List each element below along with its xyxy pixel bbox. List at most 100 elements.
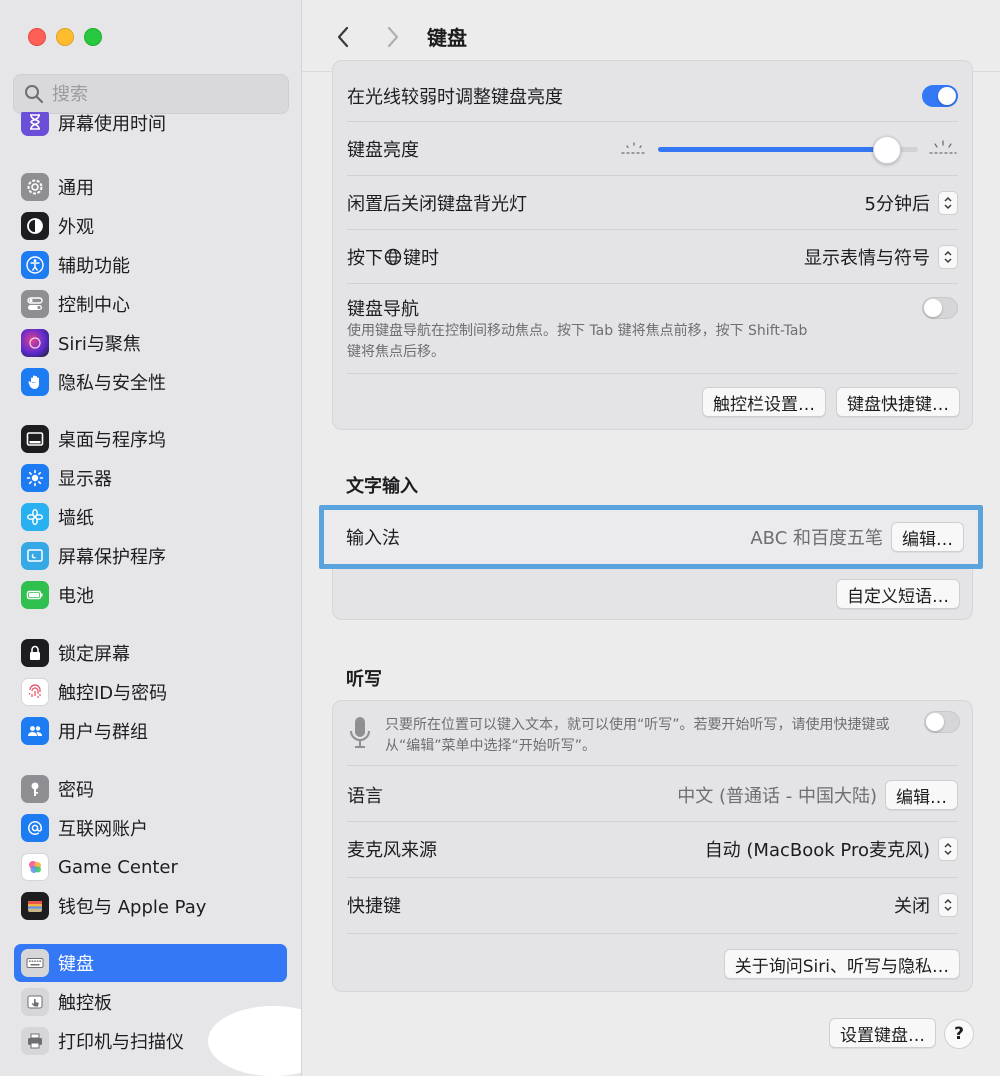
sidebar-item-label: 密码 [58, 780, 94, 801]
keyboard-settings-card: 在光线较弱时调整键盘亮度 键盘亮度 闲置后关闭键盘背光灯 5分钟后 按下 键时 … [332, 60, 973, 430]
mic-source-popup[interactable]: 自动 (MacBook Pro麦克风) [705, 836, 958, 862]
touchbar-settings-button[interactable]: 触控栏设置… [702, 387, 826, 417]
stepper-icon [938, 191, 958, 215]
window-controls [28, 28, 102, 46]
fingerprint-icon [21, 678, 49, 706]
backlight-off-label: 闲置后关闭键盘背光灯 [347, 194, 527, 215]
footer-actions: 设置键盘… [829, 1018, 936, 1048]
sidebar-item-label: 控制中心 [58, 295, 130, 316]
input-method-highlight: 输入法 ABC 和百度五笔 编辑… [319, 505, 983, 569]
sidebar-item-label: 钱包与 Apple Pay [58, 897, 207, 918]
language-value-group: 中文 (普通话 - 中国大陆) 编辑… [677, 780, 958, 810]
stepper-icon [938, 837, 958, 861]
search-input[interactable] [52, 83, 272, 105]
screensaver-icon [21, 542, 49, 570]
sidebar-item-desktop-dock[interactable]: 桌面与程序坞 [14, 420, 287, 458]
sidebar-item-wallet[interactable]: 钱包与 Apple Pay [14, 887, 287, 925]
sidebar-item-label: Siri与聚焦 [58, 334, 141, 355]
about-siri-privacy-button[interactable]: 关于询问Siri、听写与隐私… [723, 949, 960, 979]
language-edit-button[interactable]: 编辑… [885, 780, 958, 810]
sidebar-item-accessibility[interactable]: 辅助功能 [14, 246, 287, 284]
help-button[interactable]: ? [944, 1019, 974, 1049]
sidebar-item-label: 屏幕保护程序 [58, 547, 166, 568]
sidebar-item-lock-screen[interactable]: 锁定屏幕 [14, 634, 287, 672]
backlight-off-popup[interactable]: 5分钟后 [865, 190, 958, 216]
game-center-icon [21, 853, 49, 881]
brightness-slider-group [620, 135, 958, 164]
sidebar-item-touch-id[interactable]: 触控ID与密码 [14, 673, 287, 711]
search-icon [25, 85, 44, 104]
minimize-window-button[interactable] [56, 28, 74, 46]
language-value: 中文 (普通话 - 中国大陆) [677, 786, 877, 807]
keyboard-nav-description: 使用键盘导航在控制间移动焦点。按下 Tab 键将焦点前移，按下 Shift-Ta… [347, 323, 808, 360]
keyboard-nav-row: 键盘导航 [347, 293, 958, 323]
dictation-card: 只要所在位置可以键入文本，就可以使用“听写”。若要开始听写，请使用快捷键或 从“… [332, 700, 973, 992]
sun-high-icon [929, 140, 957, 154]
sidebar-item-screen-time[interactable]: 屏幕使用时间 [14, 112, 287, 136]
sidebar-item-label: 电池 [58, 586, 94, 607]
sidebar-item-siri[interactable]: Siri与聚焦 [14, 324, 287, 362]
sidebar-item-label: 桌面与程序坞 [58, 430, 166, 451]
sidebar-item-displays[interactable]: 显示器 [14, 459, 287, 497]
keyboard-buttons: 触控栏设置… 键盘快捷键… [702, 387, 960, 417]
dictation-info: 只要所在位置可以键入文本，就可以使用“听写”。若要开始听写，请使用快捷键或 从“… [347, 715, 890, 757]
control-center-icon [21, 290, 49, 318]
input-method-value-group: ABC 和百度五笔 编辑… [750, 522, 964, 552]
dictation-toggle[interactable] [924, 711, 960, 733]
sidebar-item-wallpaper[interactable]: 墙纸 [14, 498, 287, 536]
shortcut-label: 快捷键 [347, 896, 401, 917]
microphone-icon [350, 717, 370, 748]
users-icon [21, 717, 49, 745]
custom-phrase-wrap: 自定义短语… [836, 579, 960, 609]
adjust-brightness-toggle[interactable] [922, 85, 958, 107]
sidebar-item-appearance[interactable]: 外观 [14, 207, 287, 245]
adjust-brightness-row: 在光线较弱时调整键盘亮度 [347, 81, 958, 111]
mic-source-row: 麦克风来源 自动 (MacBook Pro麦克风) [347, 831, 958, 867]
setup-keyboard-button[interactable]: 设置键盘… [829, 1018, 936, 1048]
input-method-edit-button[interactable]: 编辑… [891, 522, 964, 552]
sidebar-item-label: 隐私与安全性 [58, 373, 166, 394]
zoom-window-button[interactable] [84, 28, 102, 46]
keyboard-nav-toggle[interactable] [922, 297, 958, 319]
globe-key-row: 按下 键时 显示表情与符号 [347, 239, 958, 275]
sidebar-item-label: 辅助功能 [58, 256, 130, 277]
sidebar-item-control-center[interactable]: 控制中心 [14, 285, 287, 323]
sidebar-item-keyboard[interactable]: 键盘 [14, 944, 287, 982]
sidebar-item-label: 显示器 [58, 469, 112, 490]
sidebar-item-screensaver[interactable]: 屏幕保护程序 [14, 537, 287, 575]
dock-icon [21, 425, 49, 453]
back-button[interactable] [328, 22, 358, 52]
sidebar-item-battery[interactable]: 电池 [14, 576, 287, 614]
sidebar: 屏幕使用时间 通用 外观 辅助功能 [0, 0, 302, 1076]
sidebar-item-label: 触控板 [58, 993, 112, 1014]
sidebar-item-general[interactable]: 通用 [14, 168, 287, 206]
sidebar-item-label: 墙纸 [58, 508, 94, 529]
settings-window: 屏幕使用时间 通用 外观 辅助功能 [0, 0, 1000, 1076]
dictation-desc: 只要所在位置可以键入文本，就可以使用“听写”。若要开始听写，请使用快捷键或 [385, 717, 890, 733]
sidebar-item-game-center[interactable]: Game Center [14, 848, 287, 886]
brightness-slider-knob[interactable] [872, 135, 901, 164]
sidebar-item-label: 外观 [58, 217, 94, 238]
appearance-icon [21, 212, 49, 240]
globe-icon [384, 248, 402, 266]
sidebar-item-internet-accounts[interactable]: 互联网账户 [14, 809, 287, 847]
search-field[interactable] [13, 74, 289, 114]
brightness-slider[interactable] [658, 135, 918, 164]
mic-source-value: 自动 (MacBook Pro麦克风) [704, 840, 930, 861]
at-icon [21, 814, 49, 842]
sidebar-item-label: Game Center [58, 856, 178, 878]
forward-button[interactable] [378, 22, 408, 52]
keyboard-shortcuts-button[interactable]: 键盘快捷键… [836, 387, 960, 417]
keyboard-icon [21, 949, 49, 977]
sidebar-item-privacy[interactable]: 隐私与安全性 [14, 363, 287, 401]
globe-key-popup[interactable]: 显示表情与符号 [804, 244, 958, 270]
sidebar-item-users[interactable]: 用户与群组 [14, 712, 287, 750]
chevron-left-icon [337, 26, 349, 48]
siri-icon [21, 329, 49, 357]
close-window-button[interactable] [28, 28, 46, 46]
sidebar-item-label: 屏幕使用时间 [58, 114, 166, 135]
custom-phrases-button[interactable]: 自定义短语… [836, 579, 960, 609]
backlight-off-row: 闲置后关闭键盘背光灯 5分钟后 [347, 185, 958, 221]
shortcut-popup[interactable]: 关闭 [894, 892, 958, 918]
sidebar-item-passwords[interactable]: 密码 [14, 770, 287, 808]
